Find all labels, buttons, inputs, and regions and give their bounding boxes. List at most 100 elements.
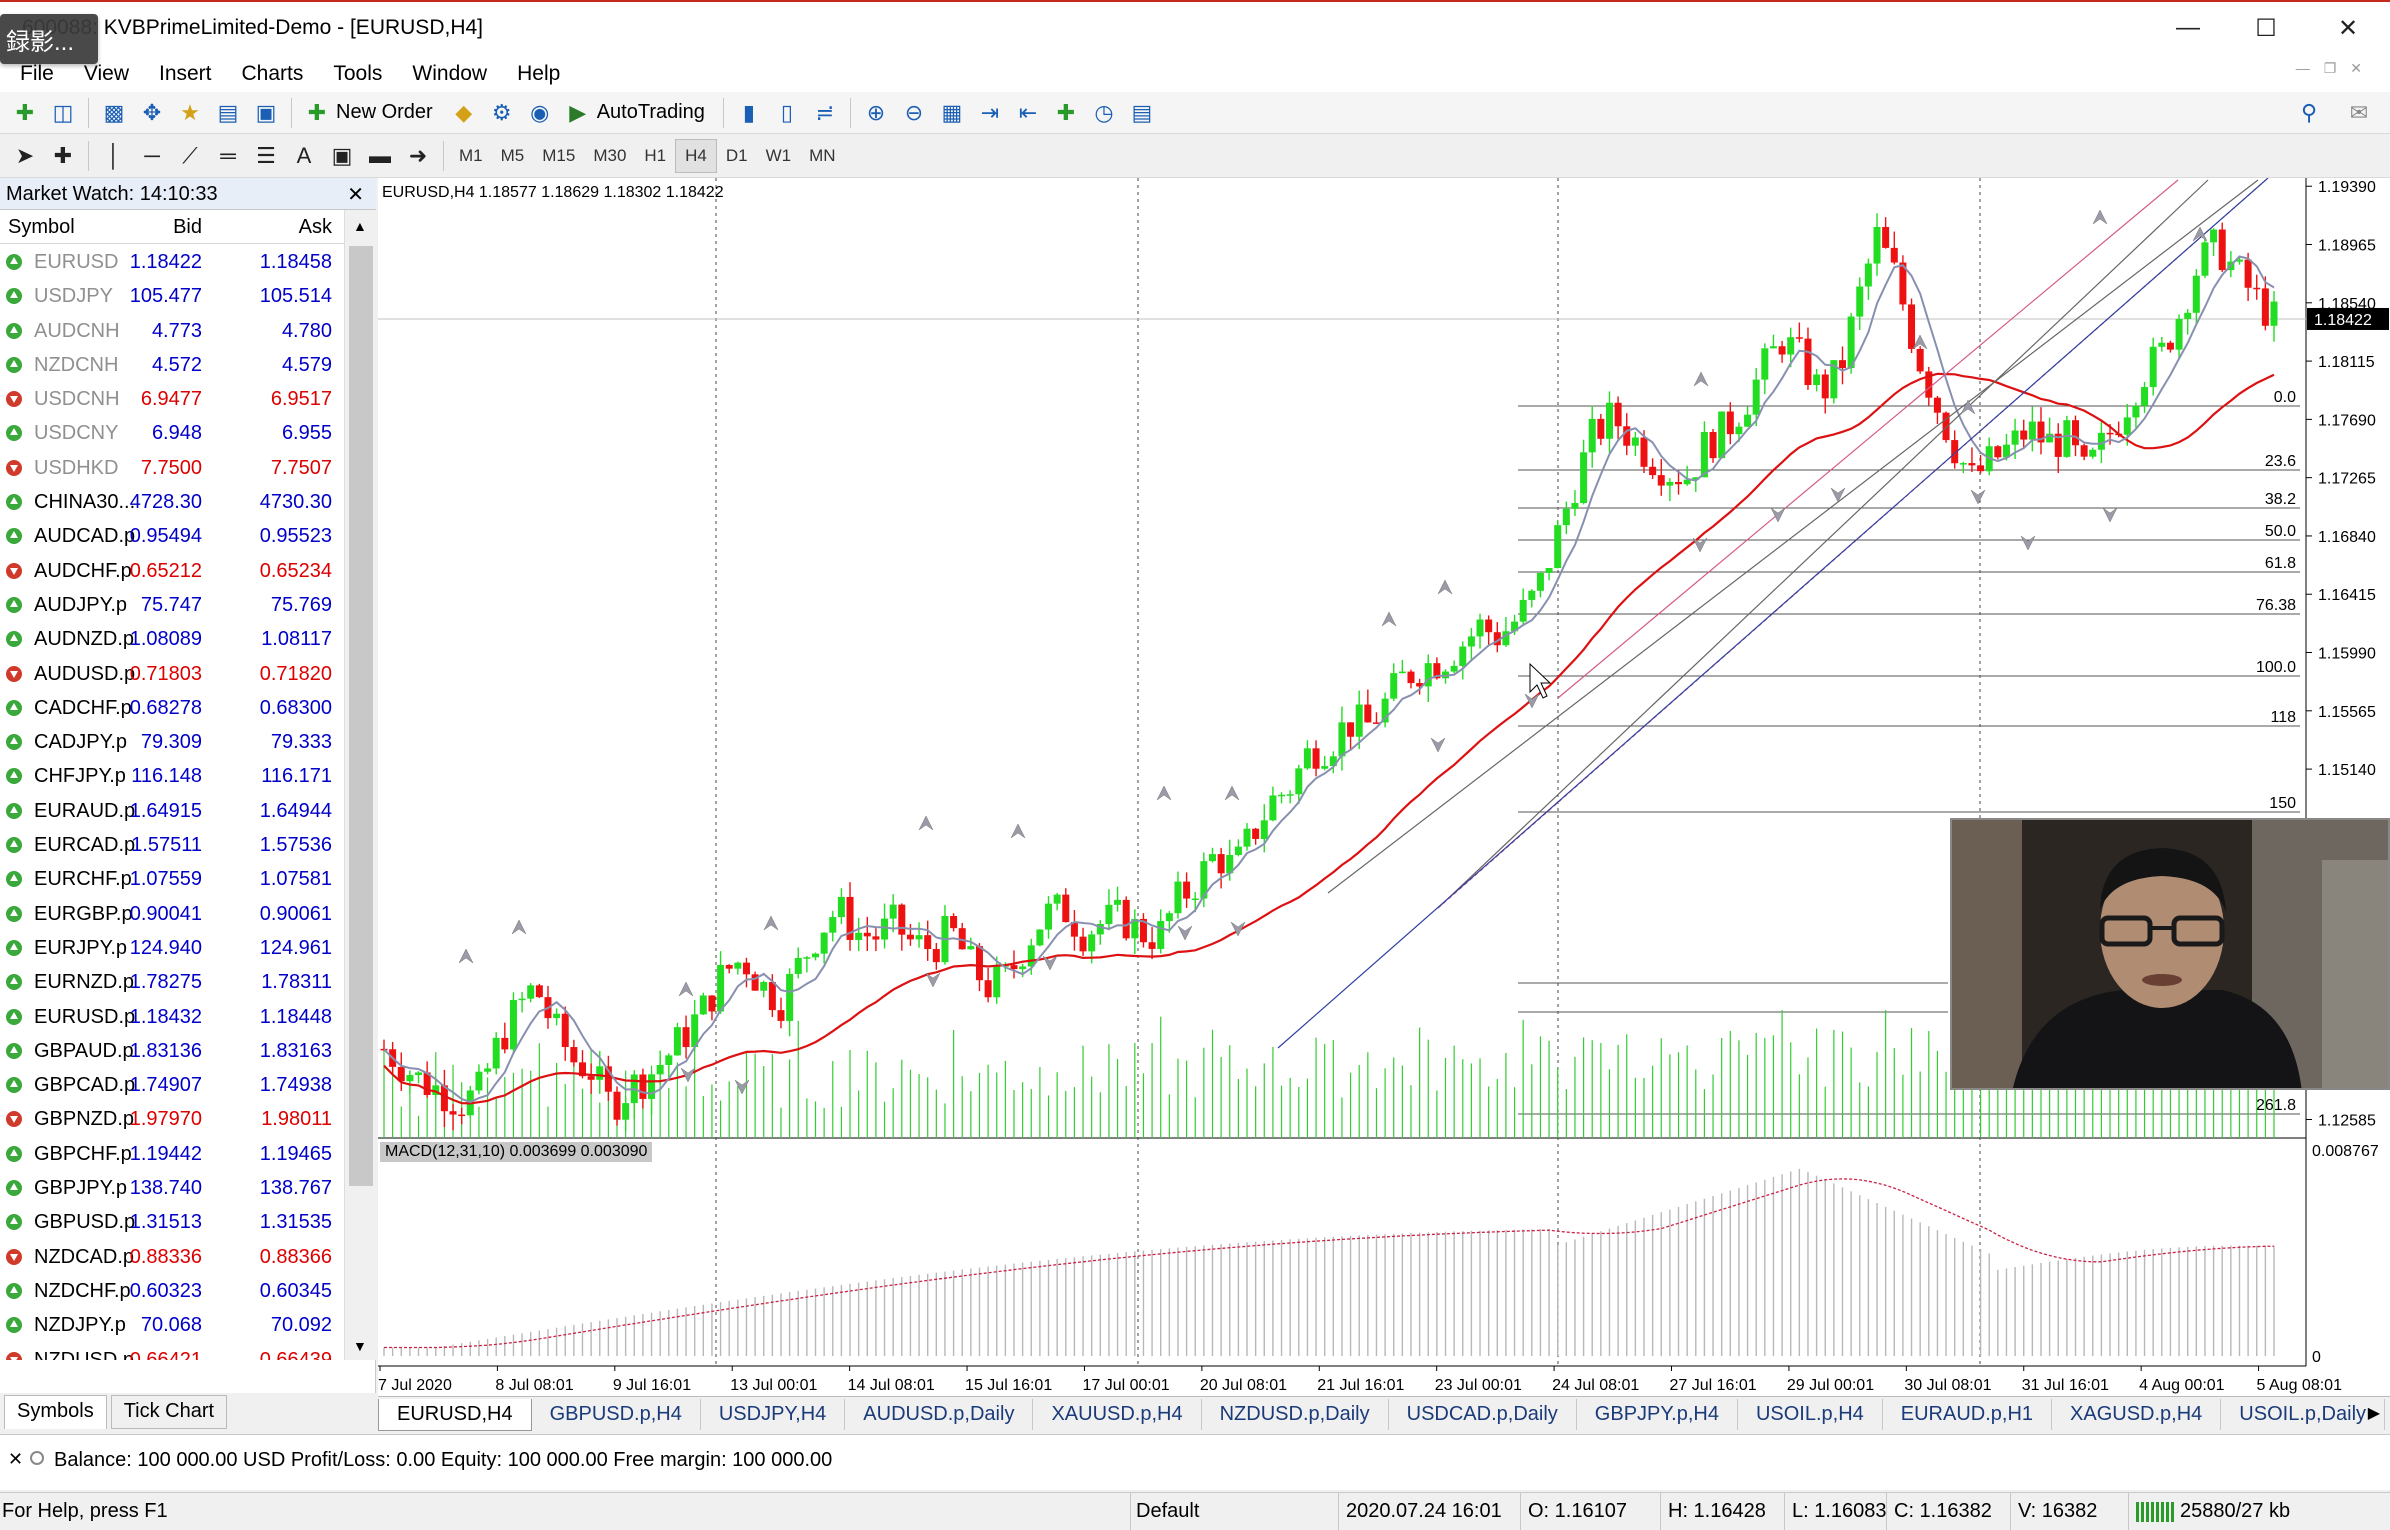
chart-tab[interactable]: USOIL.p,H4 <box>1738 1399 1883 1430</box>
market-watch-row[interactable]: CADCHF.p 0.68278 0.68300 <box>0 691 344 725</box>
timeframe-m30[interactable]: M30 <box>584 139 635 173</box>
channel-icon[interactable]: ═ <box>209 138 247 174</box>
close-icon[interactable]: ✕ <box>8 1449 23 1470</box>
market-watch-row[interactable]: AUDCAD.p 0.95494 0.95523 <box>0 519 344 553</box>
chart-tab[interactable]: XAGUSD.p,H4 <box>2052 1399 2222 1430</box>
data-window-icon[interactable]: ✥ <box>133 95 171 131</box>
arrows-icon[interactable]: ➜ <box>399 138 437 174</box>
periods-icon[interactable]: ◷ <box>1085 95 1123 131</box>
horizontal-line-icon[interactable]: ─ <box>133 138 171 174</box>
navigator-icon[interactable]: ★ <box>171 95 209 131</box>
timeframe-w1[interactable]: W1 <box>757 139 801 173</box>
market-watch-row[interactable]: AUDJPY.p 75.747 75.769 <box>0 588 344 622</box>
menu-insert[interactable]: Insert <box>159 62 212 86</box>
market-watch-row[interactable]: CHFJPY.p 116.148 116.171 <box>0 759 344 793</box>
autotrading-icon[interactable]: ▶ <box>559 95 597 131</box>
maximize-button[interactable]: ☐ <box>2230 2 2302 54</box>
market-watch-row[interactable]: EURCAD.p 1.57511 1.57536 <box>0 828 344 862</box>
text-label-icon[interactable]: ▣ <box>323 138 361 174</box>
market-watch-row[interactable]: GBPNZD.p 1.97970 1.98011 <box>0 1102 344 1136</box>
new-order-icon[interactable]: ✚ <box>298 95 336 131</box>
tab-tick-chart[interactable]: Tick Chart <box>110 1395 228 1429</box>
market-watch-row[interactable]: GBPCHF.p 1.19442 1.19465 <box>0 1137 344 1171</box>
close-icon[interactable]: ✕ <box>347 182 364 207</box>
tabs-scroll-right-icon[interactable]: ▶ <box>2368 1403 2380 1423</box>
chart-window[interactable]: 1.19390 1.18965 1.18540 1.18115 1.17690 1.172… <box>378 178 2390 1396</box>
timeframe-m5[interactable]: M5 <box>492 139 534 173</box>
market-watch-row[interactable]: AUDNZD.p 1.08089 1.08117 <box>0 622 344 656</box>
market-watch-row[interactable]: USDHKD 7.7500 7.7507 <box>0 451 344 485</box>
market-watch-row[interactable]: AUDCHF.p 0.65212 0.65234 <box>0 554 344 588</box>
line-chart-icon[interactable]: ≓ <box>806 95 844 131</box>
chart-tab[interactable]: USDCAD.p,Daily <box>1389 1399 1577 1430</box>
menu-charts[interactable]: Charts <box>242 62 304 86</box>
tab-symbols[interactable]: Symbols <box>4 1395 107 1429</box>
market-watch-row[interactable]: NZDUSD.p 0.66421 0.66439 <box>0 1343 344 1360</box>
chart-tab[interactable]: NZDUSD.p,Daily <box>1202 1399 1389 1430</box>
chart-tab[interactable]: XAUUSD.p,H4 <box>1033 1399 1202 1430</box>
market-watch-row[interactable]: USDCNH 6.9477 6.9517 <box>0 382 344 416</box>
timeframe-m15[interactable]: M15 <box>533 139 584 173</box>
chart-tab[interactable]: USOIL.p,Daily <box>2221 1399 2386 1430</box>
timeframe-m1[interactable]: M1 <box>450 139 492 173</box>
scroll-down-icon[interactable]: ▼ <box>353 1338 367 1354</box>
market-watch-row[interactable]: USDJPY 105.477 105.514 <box>0 279 344 313</box>
crosshair-icon[interactable]: ✚ <box>44 138 82 174</box>
market-watch-scrollbar[interactable]: ▲ ▼ <box>344 210 376 1360</box>
price-chart[interactable]: 1.193901.189651.185401.181151.176901.172… <box>378 178 2390 1396</box>
autotrading-button[interactable]: AutoTrading <box>597 101 705 124</box>
fibonacci-icon[interactable]: ☰ <box>247 138 285 174</box>
trendline-icon[interactable]: ⟋ <box>171 138 209 174</box>
new-chart-icon[interactable]: ✚ <box>6 95 44 131</box>
market-watch-row[interactable]: AUDCNH 4.773 4.780 <box>0 314 344 348</box>
chart-tab[interactable]: AUDUSD.p,Daily <box>845 1399 1034 1430</box>
menu-view[interactable]: View <box>84 62 129 86</box>
market-watch-row[interactable]: NZDCNH 4.572 4.579 <box>0 348 344 382</box>
market-watch-row[interactable]: GBPJPY.p 138.740 138.767 <box>0 1171 344 1205</box>
market-watch-row[interactable]: EURUSD 1.18422 1.18458 <box>0 245 344 279</box>
text-icon[interactable]: A <box>285 138 323 174</box>
close-button[interactable]: ✕ <box>2312 2 2384 54</box>
terminal-icon[interactable]: ▤ <box>209 95 247 131</box>
indicators-icon[interactable]: ✚ <box>1047 95 1085 131</box>
menu-tools[interactable]: Tools <box>333 62 382 86</box>
scroll-thumb[interactable] <box>349 246 373 1186</box>
market-watch-row[interactable]: AUDUSD.p 0.71803 0.71820 <box>0 657 344 691</box>
strategy-tester-icon[interactable]: ▣ <box>247 95 285 131</box>
market-watch-row[interactable]: USDCNY 6.948 6.955 <box>0 416 344 450</box>
scroll-up-icon[interactable]: ▲ <box>353 218 367 234</box>
search-icon[interactable]: ⚲ <box>2290 95 2328 131</box>
market-watch-row[interactable]: CADJPY.p 79.309 79.333 <box>0 725 344 759</box>
cursor-icon[interactable]: ➤ <box>6 138 44 174</box>
metaeditor-icon[interactable]: ◆ <box>445 95 483 131</box>
candlestick-icon[interactable]: ▯ <box>768 95 806 131</box>
bar-chart-icon[interactable]: ▮ <box>730 95 768 131</box>
market-watch-row[interactable]: CHINA30... 4728.30 4730.30 <box>0 485 344 519</box>
market-watch-row[interactable]: NZDCAD.p 0.88336 0.88366 <box>0 1240 344 1274</box>
menu-window[interactable]: Window <box>412 62 487 86</box>
market-watch-row[interactable]: NZDJPY.p 70.068 70.092 <box>0 1308 344 1342</box>
signals-icon[interactable]: ◉ <box>521 95 559 131</box>
market-watch-row[interactable]: EURJPY.p 124.940 124.961 <box>0 931 344 965</box>
templates-icon[interactable]: ▤ <box>1123 95 1161 131</box>
market-watch-row[interactable]: EURGBP.p 0.90041 0.90061 <box>0 897 344 931</box>
zoom-out-icon[interactable]: ⊖ <box>895 95 933 131</box>
menu-file[interactable]: File <box>20 62 54 86</box>
market-watch-row[interactable]: EURUSD.p 1.18432 1.18448 <box>0 1000 344 1034</box>
chart-tab[interactable]: GBPJPY.p,H4 <box>1577 1399 1738 1430</box>
market-watch-row[interactable]: GBPCAD.p 1.74907 1.74938 <box>0 1068 344 1102</box>
timeframe-h1[interactable]: H1 <box>635 139 675 173</box>
timeframe-h4[interactable]: H4 <box>675 138 717 173</box>
chat-icon[interactable]: ✉ <box>2340 95 2378 131</box>
tile-windows-icon[interactable]: ▦ <box>933 95 971 131</box>
timeframe-d1[interactable]: D1 <box>717 139 757 173</box>
market-watch-row[interactable]: GBPAUD.p 1.83136 1.83163 <box>0 1034 344 1068</box>
market-watch-icon[interactable]: ▩ <box>95 95 133 131</box>
chart-tab[interactable]: EURUSD,H4 <box>378 1398 532 1431</box>
column-bid[interactable]: Bid <box>173 216 202 239</box>
chart-shift-icon[interactable]: ⇤ <box>1009 95 1047 131</box>
column-symbol[interactable]: Symbol <box>8 216 75 239</box>
chart-tab[interactable]: GBPUSD.p,H4 <box>532 1399 701 1430</box>
zoom-in-icon[interactable]: ⊕ <box>857 95 895 131</box>
column-ask[interactable]: Ask <box>299 216 332 239</box>
